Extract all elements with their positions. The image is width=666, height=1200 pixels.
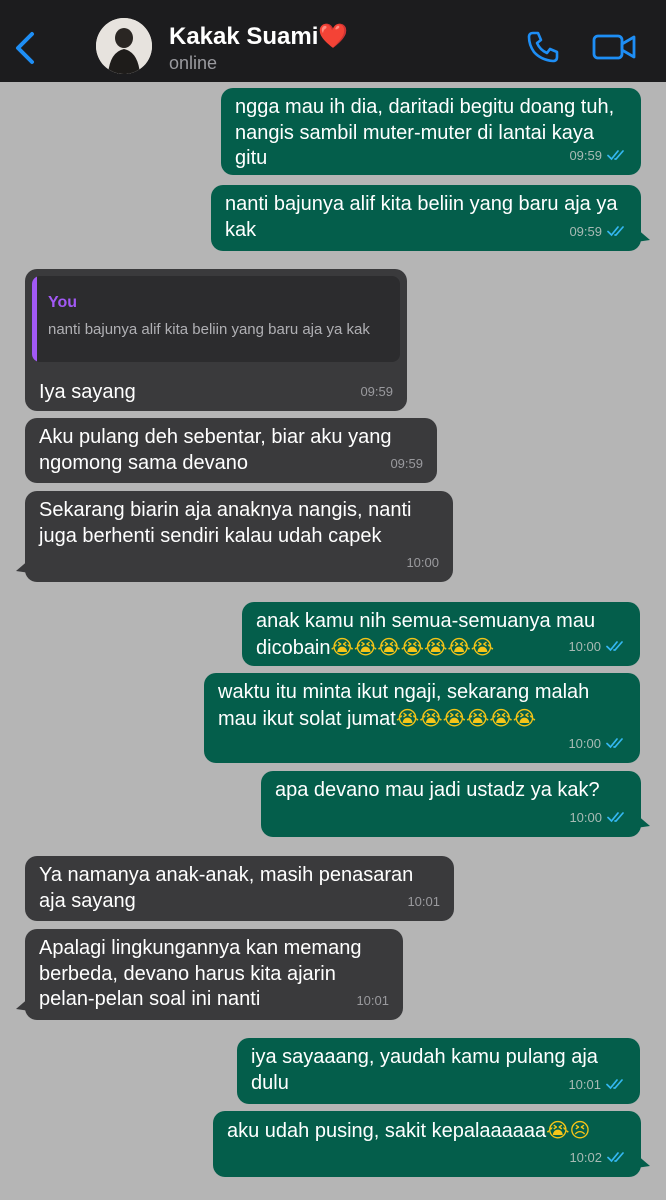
message-outgoing[interactable]: aku udah pusing, sakit kepalaaaaaa😭😣 10:… <box>213 1111 650 1177</box>
message-text: nanti bajunya alif kita beliin yang baru… <box>225 193 618 241</box>
message-time: 09:59 <box>360 383 393 399</box>
message-text: apa devano mau jadi ustadz ya kak? <box>275 779 600 801</box>
message-time: 09:59 <box>390 455 423 471</box>
message-time: 09:59 <box>569 223 602 239</box>
double-check-icon <box>606 1079 623 1090</box>
message-meta: 09:59 <box>360 379 393 405</box>
video-camera-icon[interactable] <box>592 33 636 61</box>
message-incoming[interactable]: Aku pulang deh sebentar, biar aku yang n… <box>25 418 437 483</box>
message-text: Apalagi lingkungannya kan memang berbeda… <box>39 937 362 1010</box>
message-incoming[interactable]: Ya namanya anak-anak, masih penasaran aj… <box>25 856 454 921</box>
contact-status: online <box>169 53 218 73</box>
message-meta: 10:01 <box>356 988 389 1014</box>
quote-author: You <box>48 294 78 311</box>
message-text: ngga mau ih dia, daritadi begitu doang t… <box>235 96 615 169</box>
message-meta: 10:00 <box>406 550 439 576</box>
message-incoming[interactable]: Sekarang biarin aja anaknya nangis, nant… <box>16 491 453 582</box>
contact-name[interactable]: Kakak Suami❤️ <box>169 22 348 51</box>
message-time: 10:00 <box>568 638 601 654</box>
crying-emoji: 😭😭😭😭😭😭 <box>395 705 537 730</box>
message-incoming[interactable]: Apalagi lingkungannya kan memang berbeda… <box>16 929 403 1020</box>
double-check-icon <box>607 1152 624 1163</box>
message-outgoing[interactable]: ngga mau ih dia, daritadi begitu doang t… <box>221 88 641 175</box>
message-outgoing[interactable]: anak kamu nih semua-semuanya mau dicobai… <box>242 602 640 666</box>
double-check-icon <box>607 150 624 161</box>
message-meta: 09:59 <box>569 143 627 169</box>
quoted-message[interactable]: You nanti bajunya alif kita beliin yang … <box>32 276 400 362</box>
phone-icon[interactable] <box>526 30 560 64</box>
quote-text: nanti bajunya alif kita beliin yang baru… <box>48 321 370 338</box>
message-meta: 10:01 <box>407 889 440 915</box>
message-text: Aku pulang deh sebentar, biar aku yang n… <box>39 426 392 474</box>
message-time: 10:00 <box>406 554 439 570</box>
double-check-icon <box>606 738 623 749</box>
chat-header: Kakak Suami❤️ online <box>0 0 666 82</box>
message-meta: 10:00 <box>568 634 626 660</box>
message-time: 10:00 <box>568 735 601 751</box>
message-outgoing[interactable]: waktu itu minta ikut ngaji, sekarang mal… <box>204 673 640 763</box>
message-meta: 09:59 <box>569 219 627 245</box>
message-outgoing[interactable]: iya sayaaang, yaudah kamu pulang aja dul… <box>237 1038 640 1104</box>
message-time: 10:02 <box>569 1149 602 1165</box>
message-time: 10:01 <box>407 893 440 909</box>
message-outgoing[interactable]: nanti bajunya alif kita beliin yang baru… <box>211 185 650 251</box>
message-text: Iya sayang <box>39 381 136 403</box>
chevron-left-icon[interactable] <box>12 30 40 66</box>
message-outgoing[interactable]: apa devano mau jadi ustadz ya kak? 10:00 <box>261 771 650 837</box>
message-meta: 10:01 <box>568 1072 626 1098</box>
message-time: 10:01 <box>568 1076 601 1092</box>
double-check-icon <box>607 812 624 823</box>
message-meta: 09:59 <box>390 451 423 477</box>
message-text: Ya namanya anak-anak, masih penasaran aj… <box>39 864 414 912</box>
message-meta: 10:00 <box>568 731 626 757</box>
message-meta: 10:02 <box>569 1145 627 1171</box>
message-text: waktu itu minta ikut ngaji, sekarang mal… <box>218 681 590 730</box>
message-text: aku udah pusing, sakit kepalaaaaaa😭😣 <box>227 1118 591 1142</box>
message-text: Sekarang biarin aja anaknya nangis, nant… <box>39 499 412 547</box>
double-check-icon <box>606 641 623 652</box>
double-check-icon <box>607 226 624 237</box>
crying-emoji: 😭😭😭😭😭😭😭 <box>330 634 495 659</box>
message-time: 09:59 <box>569 147 602 163</box>
crying-emoji: 😭😣 <box>546 1118 591 1142</box>
avatar[interactable] <box>96 18 152 74</box>
message-time: 10:00 <box>569 809 602 825</box>
message-time: 10:01 <box>356 992 389 1008</box>
heart-emoji: ❤️ <box>318 23 349 50</box>
message-incoming-reply[interactable]: You nanti bajunya alif kita beliin yang … <box>25 269 407 411</box>
message-meta: 10:00 <box>569 805 627 831</box>
quote-accent-bar <box>32 276 37 362</box>
